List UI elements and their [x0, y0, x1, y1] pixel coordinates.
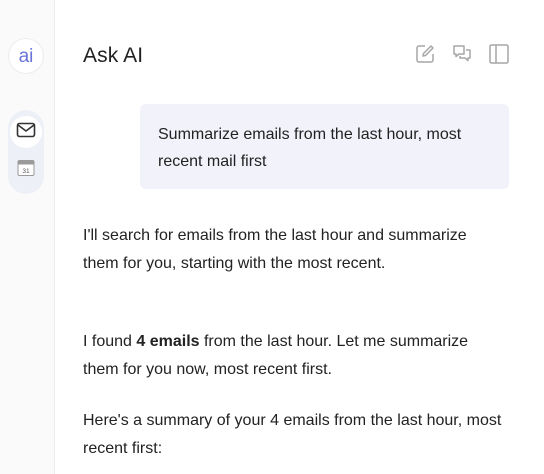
conversations-button[interactable]: [450, 44, 474, 68]
toggle-sidebar-button[interactable]: [487, 43, 511, 70]
new-chat-button[interactable]: [413, 44, 437, 68]
sidebar-panel-icon: [488, 43, 510, 70]
calendar-app-button[interactable]: 31: [10, 156, 42, 184]
calendar-date-label: 31: [22, 168, 30, 175]
ai-assistant-button[interactable]: ai: [8, 38, 44, 74]
mail-app-button[interactable]: [10, 116, 42, 148]
page-title: Ask AI: [83, 44, 144, 67]
user-message: Summarize emails from the last hour, mos…: [140, 104, 509, 189]
ask-ai-app: ai 31 Ask AI Summarize emails from the l…: [0, 0, 544, 474]
assistant-text: I found: [83, 333, 137, 350]
edit-icon: [414, 43, 436, 70]
email-count-emphasis: 4 emails: [136, 333, 200, 350]
assistant-message-paragraph: I'll search for emails from the last hou…: [83, 227, 467, 272]
header-actions: [413, 43, 513, 70]
mail-icon: [16, 122, 36, 143]
assistant-message-paragraph: I found 4 emails from the last hour. Let…: [83, 328, 503, 384]
chat-bubbles-icon: [451, 43, 473, 70]
app-switcher: 31: [8, 110, 44, 194]
calendar-icon: 31: [17, 159, 35, 182]
assistant-message-paragraph: Here's a summary of your 4 emails from t…: [83, 412, 502, 457]
left-rail: ai 31: [0, 0, 55, 474]
